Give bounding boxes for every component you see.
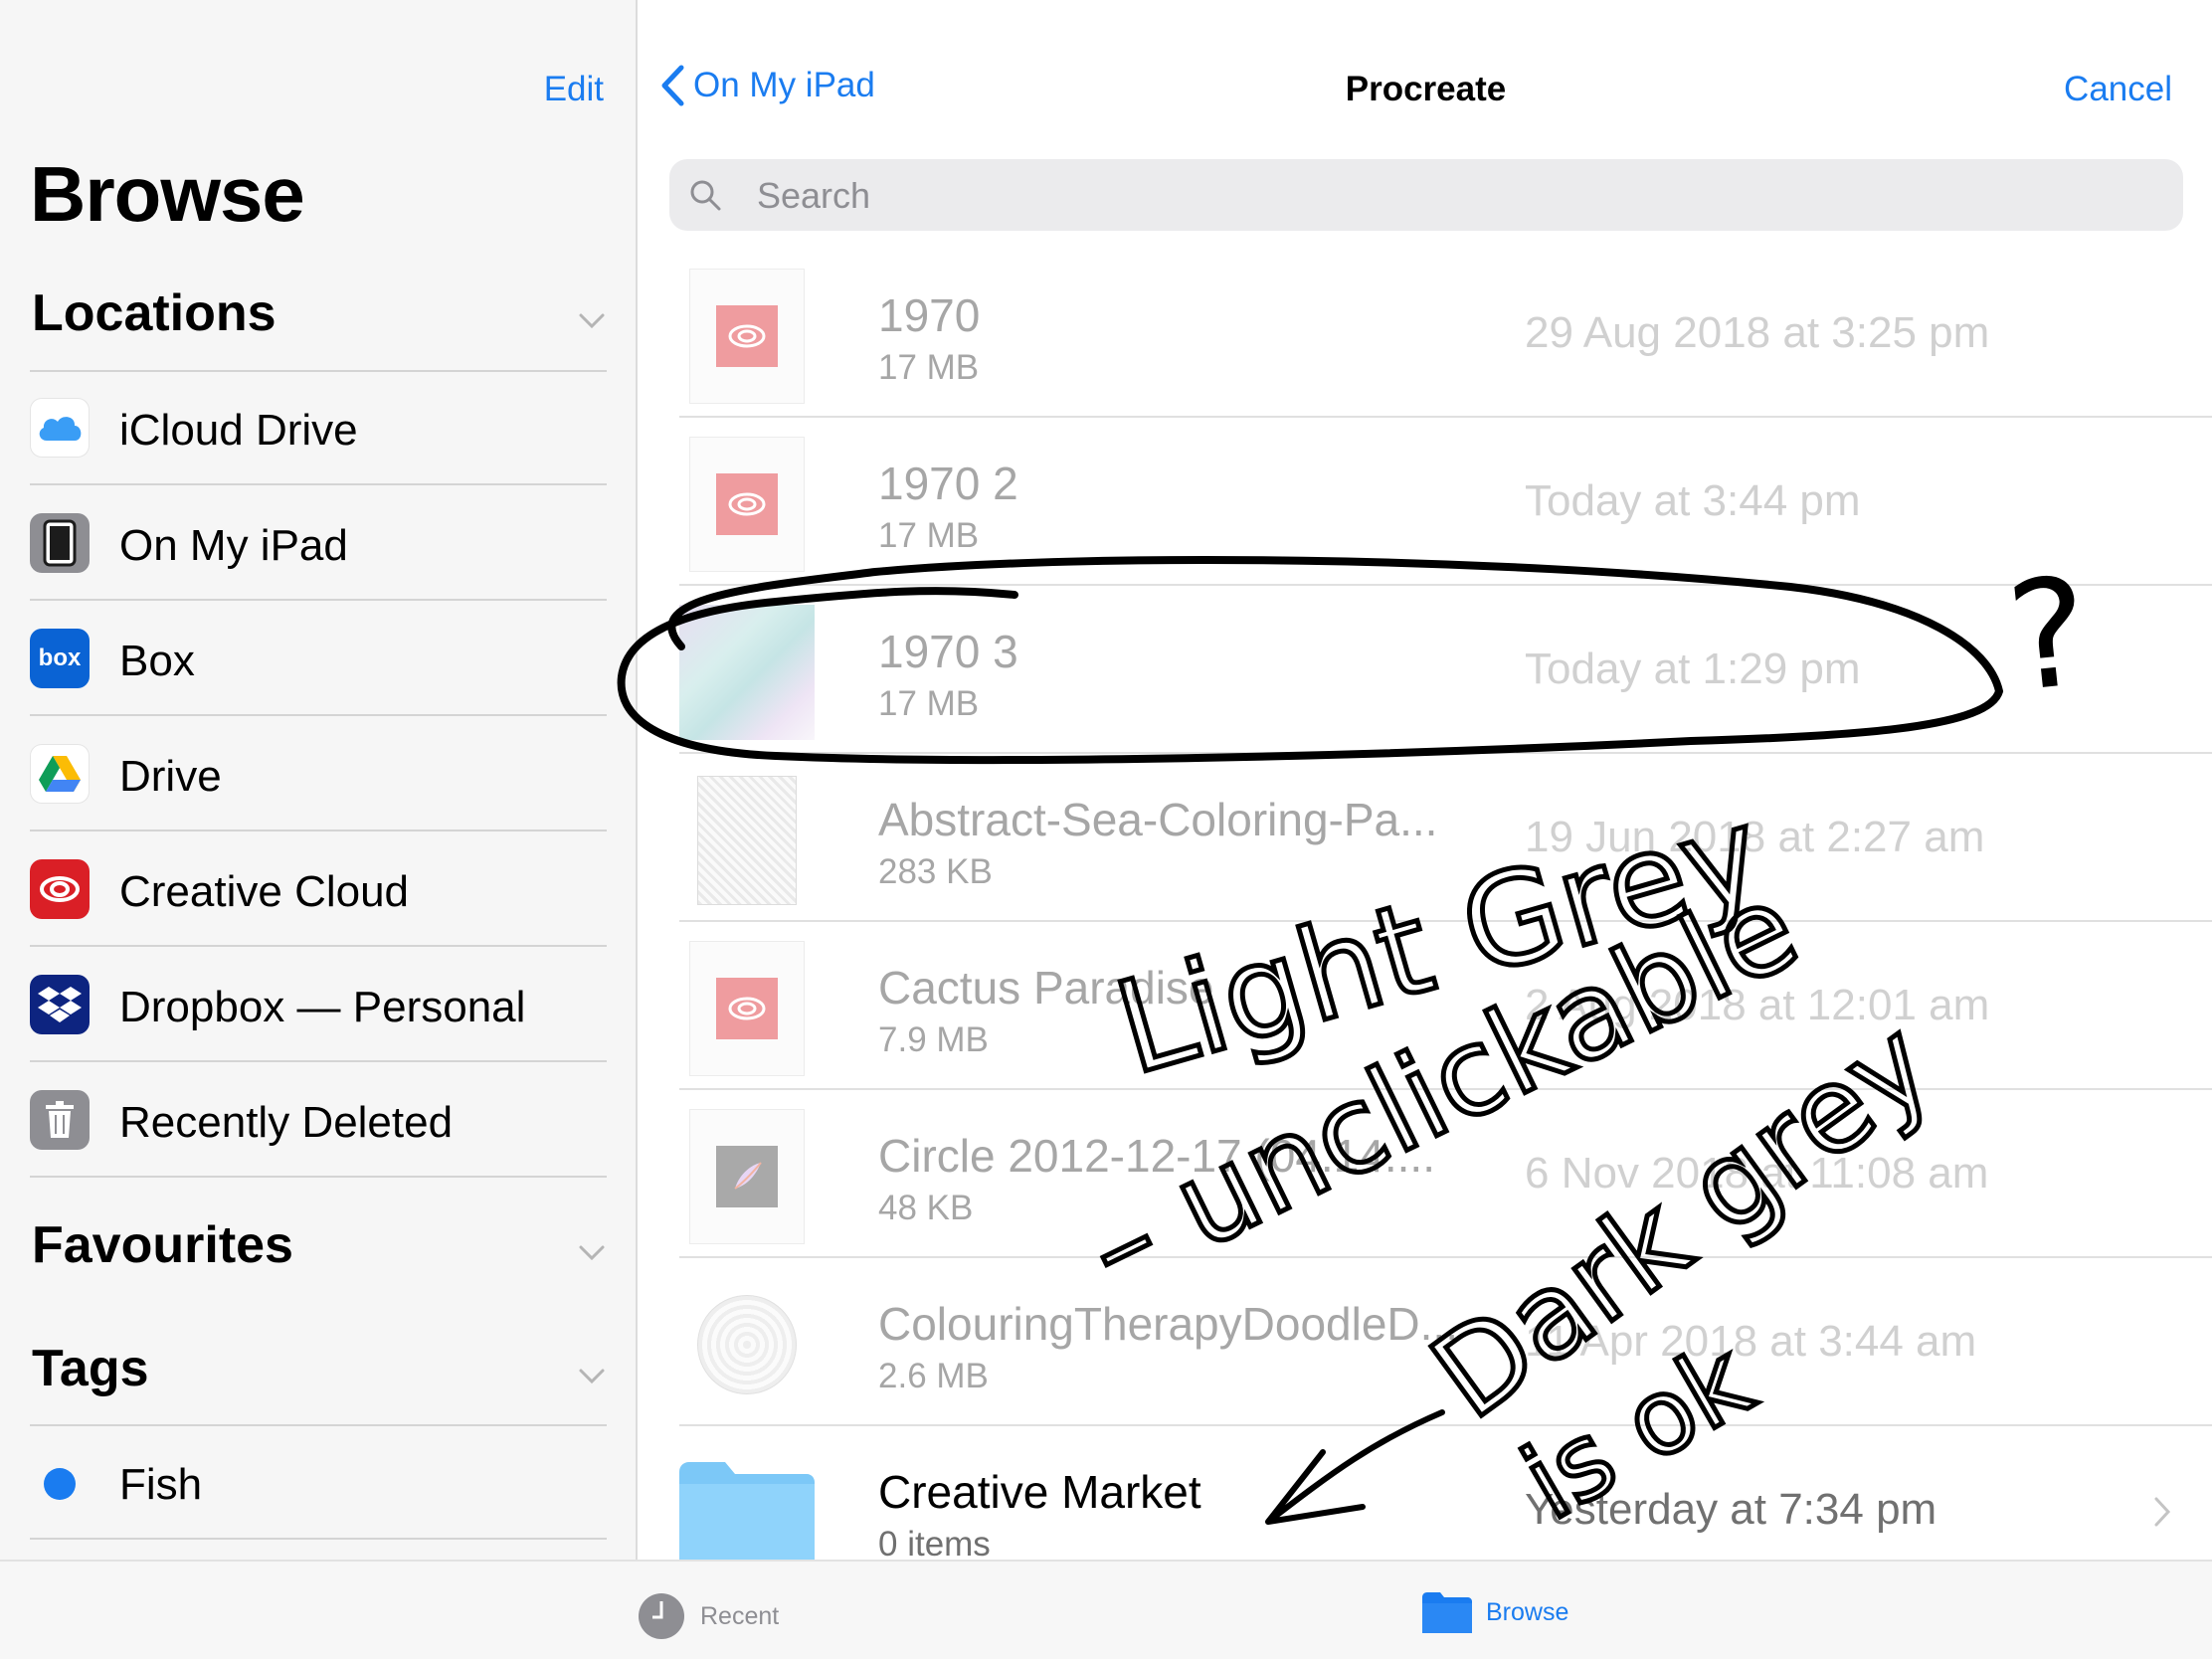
locations-header-label: Locations bbox=[32, 284, 276, 342]
sidebar-item-label: Box bbox=[119, 637, 195, 685]
file-date: Today at 3:44 pm bbox=[1525, 476, 1861, 525]
tab-browse[interactable]: Browse bbox=[1422, 1591, 1568, 1633]
chevron-down-icon bbox=[579, 1245, 605, 1261]
google-drive-icon bbox=[30, 744, 90, 804]
file-name: 1970 2 bbox=[878, 458, 1018, 509]
file-row: Abstract-Sea-Coloring-Pa... 283 KB 19 Ju… bbox=[679, 755, 2212, 922]
file-size: 48 KB bbox=[878, 1189, 974, 1227]
main-content: On My iPad Procreate Cancel Search 1970 … bbox=[640, 0, 2212, 1567]
file-size: 17 MB bbox=[878, 516, 980, 555]
folder-date: Yesterday at 7:34 pm bbox=[1525, 1485, 1937, 1534]
sidebar-item-label: Dropbox — Personal bbox=[119, 983, 526, 1031]
trash-icon bbox=[30, 1090, 90, 1150]
coloring-page-thumbnail bbox=[679, 773, 815, 908]
nav-title: Procreate bbox=[1345, 70, 1507, 108]
file-size: 17 MB bbox=[878, 348, 980, 387]
tags-header[interactable]: Tags bbox=[32, 1339, 607, 1408]
folder-item-count: 0 items bbox=[878, 1525, 991, 1564]
folder-row[interactable]: Creative Market 0 items Yesterday at 7:3… bbox=[679, 1427, 2212, 1567]
sidebar: Edit Browse Locations iCloud Drive On My… bbox=[0, 0, 638, 1560]
file-name: Abstract-Sea-Coloring-Pa... bbox=[878, 794, 1438, 845]
sidebar-item-dropbox-personal[interactable]: Dropbox — Personal bbox=[30, 947, 607, 1062]
box-icon-text: box bbox=[38, 645, 82, 671]
search-placeholder: Search bbox=[757, 175, 871, 216]
chevron-down-icon bbox=[579, 1369, 605, 1384]
file-date: 2 Aug 2018 at 12:01 am bbox=[1525, 981, 1990, 1029]
file-size: 2.6 MB bbox=[878, 1357, 989, 1395]
dropbox-icon bbox=[30, 975, 90, 1034]
locations-header[interactable]: Locations bbox=[32, 283, 607, 353]
doodle-thumbnail bbox=[679, 1277, 815, 1412]
file-row: Cactus Paradise 7.9 MB 2 Aug 2018 at 12:… bbox=[679, 923, 2212, 1090]
tab-browse-label: Browse bbox=[1486, 1597, 1569, 1626]
sidebar-item-label: Recently Deleted bbox=[119, 1098, 454, 1147]
file-name: ColouringTherapyDoodleD... bbox=[878, 1298, 1458, 1350]
file-date: 11 Apr 2018 at 3:44 am bbox=[1525, 1317, 1977, 1366]
file-name: 1970 bbox=[878, 289, 981, 341]
file-date: 29 Aug 2018 at 3:25 pm bbox=[1525, 308, 1990, 357]
sidebar-item-drive[interactable]: Drive bbox=[30, 716, 607, 831]
tags-header-label: Tags bbox=[32, 1340, 149, 1397]
clock-icon bbox=[639, 1593, 684, 1639]
chevron-down-icon bbox=[579, 313, 605, 329]
sidebar-item-label: On My iPad bbox=[119, 521, 348, 570]
file-date: Today at 1:29 pm bbox=[1525, 645, 1861, 693]
file-size: 7.9 MB bbox=[878, 1020, 989, 1059]
page-title: Browse bbox=[30, 150, 305, 238]
sidebar-item-label: iCloud Drive bbox=[119, 406, 358, 455]
sidebar-item-label: Fish bbox=[119, 1460, 203, 1509]
tag-color-dot bbox=[44, 1468, 76, 1500]
search-icon bbox=[690, 180, 721, 211]
sidebar-item-tag-fish[interactable]: Fish bbox=[30, 1424, 607, 1540]
creative-cloud-file-icon bbox=[679, 269, 815, 404]
sidebar-item-box[interactable]: box Box bbox=[30, 601, 607, 716]
chevron-right-icon bbox=[2154, 1497, 2171, 1527]
edit-button[interactable]: Edit bbox=[544, 70, 604, 109]
folder-icon bbox=[1422, 1592, 1472, 1633]
cancel-button[interactable]: Cancel bbox=[2064, 70, 2172, 109]
file-date: 6 Nov 2018 at 11:08 am bbox=[1525, 1149, 1989, 1198]
search-field[interactable]: Search bbox=[669, 159, 2183, 231]
file-size: 283 KB bbox=[878, 852, 993, 891]
file-row: ColouringTherapyDoodleD... 2.6 MB 11 Apr… bbox=[679, 1259, 2212, 1426]
procreate-file-icon bbox=[679, 1109, 815, 1244]
artwork-preview-thumbnail bbox=[679, 605, 815, 740]
sidebar-item-label: Drive bbox=[119, 752, 222, 801]
creative-cloud-file-icon bbox=[679, 941, 815, 1076]
sidebar-item-creative-cloud[interactable]: Creative Cloud bbox=[30, 831, 607, 947]
folder-name: Creative Market bbox=[878, 1466, 1201, 1518]
sidebar-item-on-my-ipad[interactable]: On My iPad bbox=[30, 485, 607, 601]
creative-cloud-file-icon bbox=[679, 437, 815, 572]
file-row: 1970 17 MB 29 Aug 2018 at 3:25 pm bbox=[679, 251, 2212, 418]
favourites-header-label: Favourites bbox=[32, 1216, 293, 1274]
file-row: 1970 2 17 MB Today at 3:44 pm bbox=[679, 419, 2212, 586]
file-date: 19 Jun 2018 at 2:27 am bbox=[1525, 813, 1985, 861]
file-size: 17 MB bbox=[878, 684, 980, 723]
tab-recent-label: Recent bbox=[700, 1601, 780, 1630]
tab-bar: Recent Browse bbox=[0, 1560, 2212, 1659]
tab-recent[interactable]: Recent bbox=[637, 1591, 779, 1641]
creative-cloud-icon bbox=[30, 859, 90, 919]
file-name: Cactus Paradise bbox=[878, 962, 1214, 1014]
file-row: Circle 2012-12-17 (04.14.... 48 KB 6 Nov… bbox=[679, 1091, 2212, 1258]
favourites-header[interactable]: Favourites bbox=[32, 1215, 607, 1285]
sidebar-item-icloud-drive[interactable]: iCloud Drive bbox=[30, 370, 607, 485]
ipad-icon bbox=[30, 513, 90, 573]
file-row: 1970 3 17 MB Today at 1:29 pm bbox=[679, 587, 2212, 754]
sidebar-item-label: Creative Cloud bbox=[119, 867, 410, 916]
sidebar-item-recently-deleted[interactable]: Recently Deleted bbox=[30, 1062, 607, 1178]
file-name: 1970 3 bbox=[878, 626, 1018, 677]
file-name: Circle 2012-12-17 (04.14.... bbox=[878, 1130, 1435, 1182]
box-icon: box bbox=[30, 629, 90, 688]
icloud-icon bbox=[30, 398, 90, 458]
